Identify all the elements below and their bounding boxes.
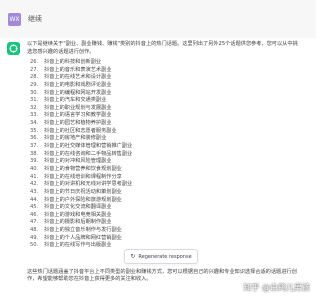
list-item-number: 27. <box>30 66 39 73</box>
list-item-number: 50. <box>30 242 39 249</box>
list-item: 42. 抖音上的对讲机和无线对讲学思考副业 <box>30 181 290 189</box>
list-item-number: 26. <box>30 59 39 65</box>
list-item-number: 37. <box>30 143 39 150</box>
user-avatar: WX <box>8 13 21 26</box>
list-item-number: 45. <box>30 204 39 211</box>
list-item-number: 48. <box>30 227 39 234</box>
list-item: 43. 抖音上的节日庆祝活动和策划副业 <box>30 189 290 197</box>
list-item-text: 抖音上的对冲和风险管理副业 <box>44 158 112 165</box>
list-item-text: 抖音上的房地产和装修副业 <box>44 135 107 142</box>
list-item: 45. 抖音上的文化交流和翻译副业 <box>30 204 290 212</box>
regenerate-button[interactable]: ↻ Regenerate response <box>124 249 198 264</box>
list-item-number: 38. <box>30 150 39 157</box>
list-item: 48. 抖音上的独立音乐制作与发行副业 <box>30 227 290 235</box>
list-item-number: 32. <box>30 104 39 111</box>
assistant-intro: 以下是继续关于"副业、副业赚钱、赚钱"类别的抖音上的热门话题。这里列出了另外25… <box>27 41 298 55</box>
list-item: 29. 抖音上的电影和戏剧评论副业 <box>30 82 290 90</box>
list-item-text: 抖音上的食物营养和饮食规划副业 <box>44 165 122 172</box>
list-item: 28. 抖音上的在线艺术和设计副业 <box>30 74 290 82</box>
list-item-text: 抖音上的园艺和植物养护副业 <box>44 120 112 127</box>
watermark: 知乎 @白鸽儿男孩 <box>243 283 310 292</box>
list-item: 40. 抖音上的食物营养和饮食规划副业 <box>30 166 290 174</box>
list-item-text: 抖音上的在线艺术和设计副业 <box>44 74 112 81</box>
list-item-text: 抖音上的对讲机和无线对讲学思考副业 <box>44 181 133 188</box>
list-item-number: 34. <box>30 120 39 127</box>
list-item-text: 抖音上的社区和志愿者服务副业 <box>44 127 117 134</box>
list-item: 31. 抖音上的汽车和交通类副业 <box>30 97 290 105</box>
user-message-row: WX 继续 <box>0 0 316 39</box>
list-item-text: 抖音上的文化交流和翻译副业 <box>44 204 112 211</box>
list-item-text: 抖音上的在线培训和课程制作分享 <box>44 173 122 180</box>
list-item-text: 抖音上的社交媒体管理和营销推广副业 <box>44 143 133 150</box>
list-item-number: 44. <box>30 196 39 203</box>
list-item-text: 抖音上的独立音乐制作与发行副业 <box>44 227 122 234</box>
list-item-text: 抖音上的个人品牌和网红营销副业 <box>44 234 122 241</box>
list-item-text: 抖音上的电影和戏剧评论副业 <box>44 81 112 88</box>
list-item-text: 抖音上的节日庆祝活动和策划副业 <box>44 188 122 195</box>
list-item-number: 36. <box>30 135 39 142</box>
list-item-number: 30. <box>30 89 39 96</box>
list-item: 26. 抖音上的科技和创新副业 <box>30 59 290 67</box>
list-item: 33. 抖音上的语言学习和教学副业 <box>30 112 290 120</box>
list-item-text: 抖音上的职业规划与发展副业 <box>44 104 112 111</box>
list-item-number: 49. <box>30 234 39 241</box>
list-item-text: 抖音上的户外探险和旅游规划副业 <box>44 196 122 203</box>
chatgpt-logo-icon <box>7 42 20 55</box>
list-item-text: 抖音上的音乐和表演艺术副业 <box>44 66 112 73</box>
list-item-number: 39. <box>30 158 39 165</box>
list-item-number: 33. <box>30 112 39 119</box>
list-item-number: 29. <box>30 81 39 88</box>
refresh-icon: ↻ <box>130 253 136 260</box>
list-item: 47. 抖音上的摄影和后期制作副业 <box>30 219 290 227</box>
list-item-text: 抖音上的游戏和电竞相关副业 <box>44 211 112 218</box>
list-item-number: 46. <box>30 211 39 218</box>
list-item-text: 抖音上的语言学习和教学副业 <box>44 112 112 119</box>
list-item-number: 43. <box>30 188 39 195</box>
list-item-number: 35. <box>30 127 39 134</box>
list-item: 39. 抖音上的对冲和风险管理副业 <box>30 158 290 166</box>
list-item-number: 40. <box>30 165 39 172</box>
list-item-text: 抖音上的摄影和后期制作副业 <box>44 219 112 226</box>
list-item-number: 31. <box>30 97 39 104</box>
list-item: 37. 抖音上的社交媒体管理和营销推广副业 <box>30 143 290 151</box>
list-item-number: 41. <box>30 173 39 180</box>
list-item-text: 抖音上的在线咨询和二手物品转售副业 <box>44 150 133 157</box>
list-item-text: 抖音上的科技和创新副业 <box>44 59 102 65</box>
topic-list: 26. 抖音上的科技和创新副业 27. 抖音上的音乐和表演艺术副业 28. 抖音上的在线艺… <box>30 59 290 250</box>
list-item-number: 28. <box>30 74 39 81</box>
list-item-number: 47. <box>30 219 39 226</box>
user-message-text: 继续 <box>28 15 42 23</box>
list-item-text: 抖音上的在线写作与出版副业 <box>44 242 112 249</box>
list-item-text: 抖音上的汽车和交通类副业 <box>44 97 107 104</box>
list-item-text: 抖音上的编程和网站开发副业 <box>44 89 112 96</box>
list-item-number: 42. <box>30 181 39 188</box>
list-item: 34. 抖音上的园艺和植物养护副业 <box>30 120 290 128</box>
list-item: 36. 抖音上的房地产和装修副业 <box>30 135 290 143</box>
regenerate-label: Regenerate response <box>138 254 192 260</box>
